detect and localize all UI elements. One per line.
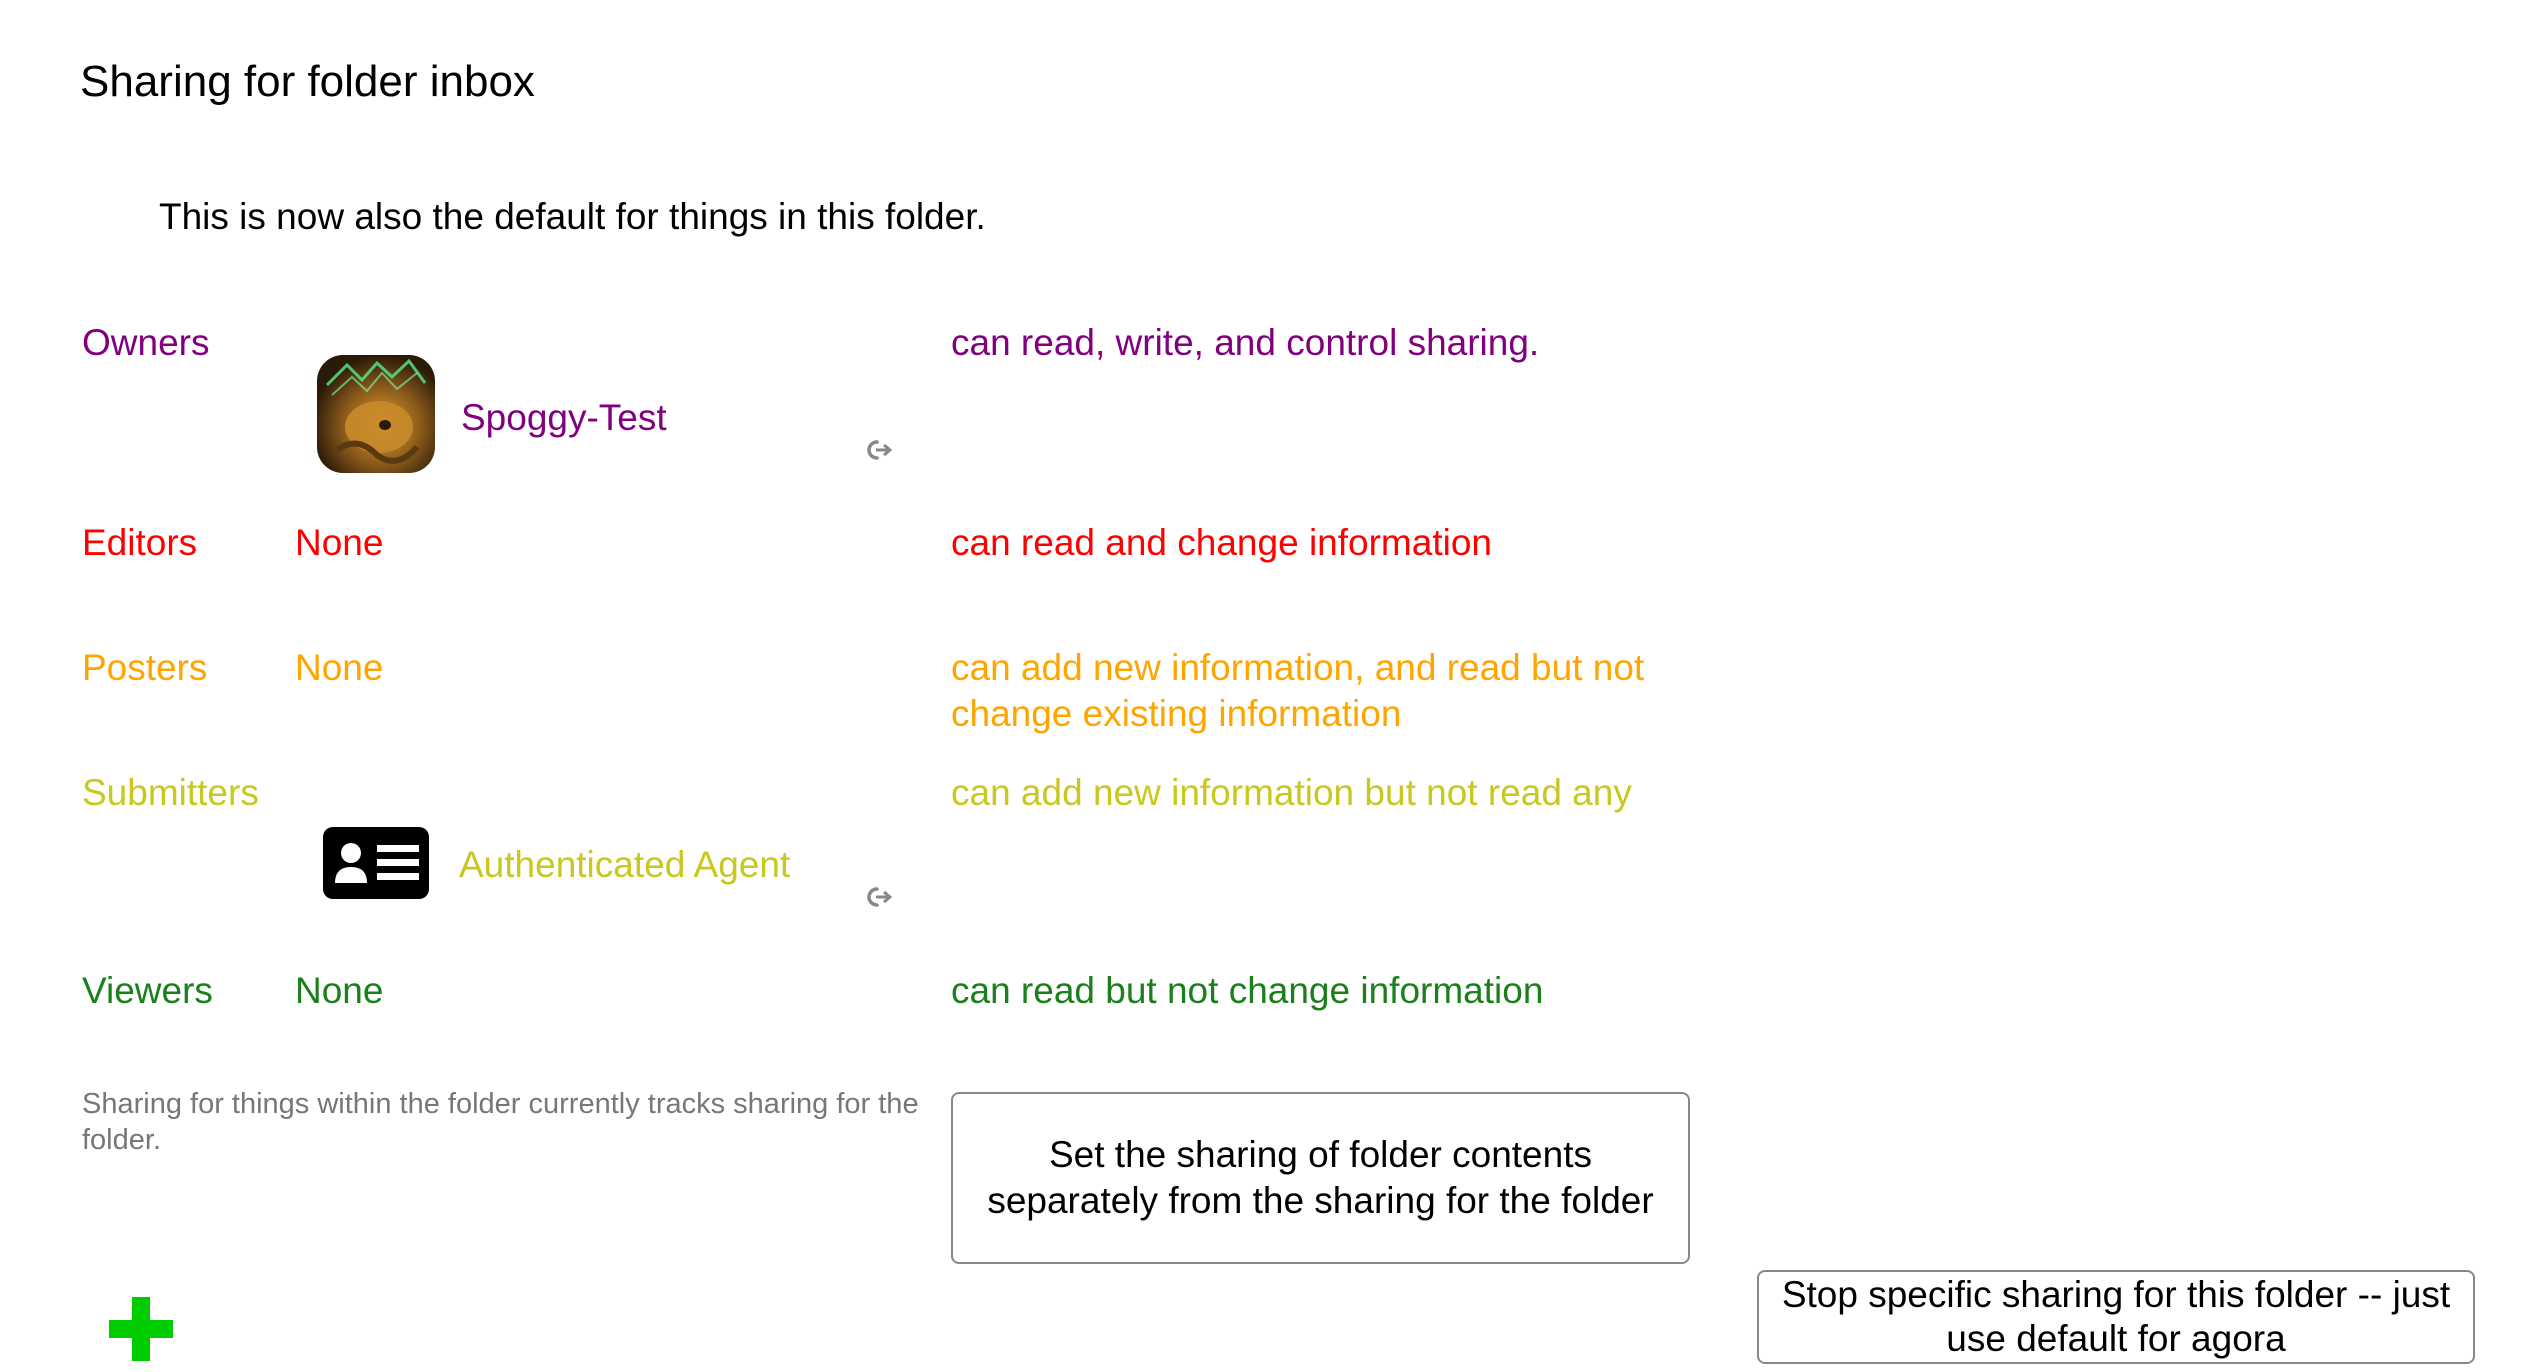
plus-icon[interactable] xyxy=(105,1293,177,1365)
set-contents-sharing-button[interactable]: Set the sharing of folder contents separ… xyxy=(951,1092,1690,1264)
avatar xyxy=(317,355,435,473)
owner-agent-name[interactable]: Spoggy-Test xyxy=(461,395,667,441)
posters-description: can add new information, and read but no… xyxy=(951,647,1645,734)
viewers-description: can read but not change information xyxy=(951,970,1544,1011)
owners-description: can read, write, and control sharing. xyxy=(951,322,1540,363)
posters-label: Posters xyxy=(82,647,208,688)
editors-label: Editors xyxy=(82,522,198,563)
stop-sharing-button[interactable]: Stop specific sharing for this folder --… xyxy=(1757,1270,2475,1364)
unlink-icon[interactable] xyxy=(862,882,893,912)
unlink-icon[interactable] xyxy=(862,435,893,465)
submitters-label: Submitters xyxy=(82,772,259,813)
editors-none: None xyxy=(295,522,384,563)
id-card-icon xyxy=(323,827,429,899)
viewers-label: Viewers xyxy=(82,970,213,1011)
posters-none: None xyxy=(295,647,384,688)
submitters-description: can add new information but not read any xyxy=(951,772,1632,813)
viewers-none: None xyxy=(295,970,384,1011)
owners-label: Owners xyxy=(82,322,210,363)
contents-sharing-note: Sharing for things within the folder cur… xyxy=(82,1088,919,1156)
editors-description: can read and change information xyxy=(951,522,1492,563)
page-title: Sharing for folder inbox xyxy=(80,57,535,106)
default-note: This is now also the default for things … xyxy=(159,196,986,237)
submitter-agent-name[interactable]: Authenticated Agent xyxy=(459,842,790,888)
